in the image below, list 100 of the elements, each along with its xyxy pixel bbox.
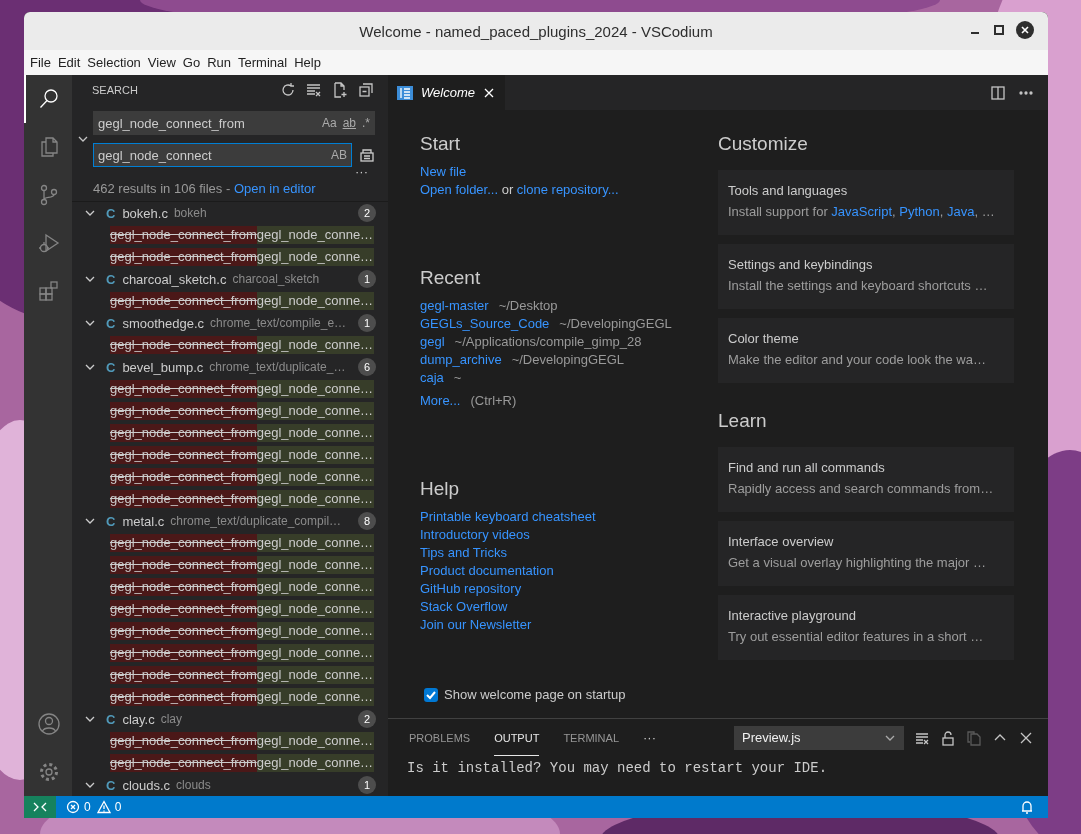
replacement-text[interactable]: gegl_node_conne… [256, 534, 374, 552]
walkthrough-card[interactable]: Interface overview Get a visual overlay highlighting the major … [718, 521, 1014, 586]
close-icon[interactable] [1016, 21, 1034, 39]
help-link[interactable]: Join our Newsletter [420, 616, 532, 632]
help-link[interactable]: Tips and Tricks [420, 544, 507, 560]
recent-folder-link[interactable]: gegl [420, 333, 445, 349]
warning-icon[interactable] [96, 800, 111, 814]
file-name[interactable]: clay.c [122, 711, 155, 727]
replace-all-icon[interactable] [359, 147, 375, 164]
menu-item[interactable]: Help [294, 55, 328, 70]
removed-text[interactable]: gegl_node_connect_from [110, 402, 257, 420]
replacement-text[interactable]: gegl_node_conne… [256, 446, 374, 464]
checkbox[interactable] [424, 687, 438, 702]
removed-text[interactable]: gegl_node_connect_from [110, 292, 257, 310]
removed-text[interactable]: gegl_node_connect_from [110, 490, 257, 508]
replacement-text[interactable]: gegl_node_conne… [256, 600, 374, 618]
help-link[interactable]: Introductory videos [420, 526, 530, 542]
refresh-icon[interactable] [280, 81, 296, 98]
replacement-text[interactable]: gegl_node_conne… [256, 666, 374, 684]
unlock-icon[interactable] [940, 729, 956, 746]
menu-item[interactable]: Selection [87, 55, 148, 70]
replacement-text[interactable]: gegl_node_conne… [256, 622, 374, 640]
removed-text[interactable]: gegl_node_connect_from [110, 644, 257, 662]
new-file-icon[interactable] [332, 81, 348, 98]
replacement-text[interactable]: gegl_node_conne… [256, 578, 374, 596]
removed-text[interactable]: gegl_node_connect_from [110, 336, 257, 354]
output-channel-dropdown[interactable]: Preview.js [734, 725, 904, 750]
replacement-text[interactable]: gegl_node_conne… [256, 688, 374, 706]
recent-folder-link[interactable]: caja [420, 369, 444, 385]
link[interactable]: New file [420, 163, 467, 179]
remote-button[interactable] [24, 796, 56, 818]
preserve-case-toggle[interactable]: AB [331, 148, 347, 163]
replacement-text[interactable]: gegl_node_conne… [256, 490, 374, 508]
help-link[interactable]: Printable keyboard cheatsheet [420, 508, 596, 524]
maximize-icon[interactable] [992, 23, 1006, 37]
walkthrough-card[interactable]: Color theme Make the editor and your code look the wa… [718, 318, 1014, 383]
clear-results-icon[interactable] [306, 81, 322, 98]
file-name[interactable]: bokeh.c [122, 205, 168, 221]
replacement-text[interactable]: gegl_node_conne… [256, 336, 374, 354]
walkthrough-card[interactable]: Find and run all commands Rapidly access and search commands from… [718, 447, 1014, 512]
removed-text[interactable]: gegl_node_connect_from [110, 534, 257, 552]
removed-text[interactable]: gegl_node_connect_from [110, 446, 257, 464]
bell-icon[interactable] [1020, 800, 1034, 814]
recent-folder-link[interactable]: dump_archive [420, 351, 502, 367]
walkthrough-card[interactable]: Tools and languages Install support for JavaScript, Python, Java, … [718, 170, 1014, 235]
error-count[interactable]: 0 [84, 800, 91, 814]
recent-folder-link[interactable]: gegl-master [420, 297, 489, 313]
replacement-text[interactable]: gegl_node_conne… [256, 226, 374, 244]
removed-text[interactable]: gegl_node_connect_from [110, 248, 257, 266]
removed-text[interactable]: gegl_node_connect_from [110, 666, 257, 684]
link[interactable]: clone repository... [516, 181, 619, 197]
removed-text[interactable]: gegl_node_connect_from [110, 688, 257, 706]
file-name[interactable]: bevel_bump.c [122, 359, 204, 375]
search-option-toggle[interactable]: .* [362, 116, 370, 131]
error-icon[interactable] [66, 800, 80, 814]
more-link[interactable]: More... [420, 392, 461, 408]
help-link[interactable]: Product documentation [420, 562, 554, 578]
menu-item[interactable]: Terminal [238, 55, 295, 70]
open-in-editor-link[interactable]: Open in editor [233, 181, 316, 197]
removed-text[interactable]: gegl_node_connect_from [110, 468, 257, 486]
panel-tab[interactable]: OUTPUT [494, 719, 540, 756]
removed-text[interactable]: gegl_node_connect_from [110, 732, 257, 750]
file-name[interactable]: clouds.c [122, 777, 171, 793]
help-link[interactable]: Stack Overflow [420, 598, 508, 614]
search-field[interactable]: gegl_node_connect_from Aa ab .* [93, 111, 375, 136]
replacement-text[interactable]: gegl_node_conne… [256, 402, 374, 420]
menu-item[interactable]: File [30, 55, 58, 70]
removed-text[interactable]: gegl_node_connect_from [110, 226, 257, 244]
replacement-text[interactable]: gegl_node_conne… [256, 248, 374, 266]
replacement-text[interactable]: gegl_node_conne… [256, 424, 374, 442]
removed-text[interactable]: gegl_node_connect_from [110, 578, 257, 596]
removed-text[interactable]: gegl_node_connect_from [110, 380, 257, 398]
close-icon[interactable] [482, 86, 495, 99]
panel-tab[interactable]: PROBLEMS [409, 719, 471, 756]
menu-item[interactable]: View [147, 55, 183, 70]
split-editor-icon[interactable] [990, 84, 1006, 101]
file-name[interactable]: metal.c [122, 513, 165, 529]
walkthrough-card[interactable]: Settings and keybindings Install the settings and keyboard shortcuts … [718, 244, 1014, 309]
removed-text[interactable]: gegl_node_connect_from [110, 622, 257, 640]
removed-text[interactable]: gegl_node_connect_from [110, 754, 257, 772]
replacement-text[interactable]: gegl_node_conne… [256, 644, 374, 662]
more-tabs[interactable]: ··· [643, 730, 656, 745]
file-name[interactable]: charcoal_sketch.c [122, 271, 227, 287]
search-option-toggle[interactable]: Aa [321, 116, 337, 131]
collapse-all-icon[interactable] [358, 81, 374, 98]
replacement-text[interactable]: gegl_node_conne… [256, 380, 374, 398]
removed-text[interactable]: gegl_node_connect_from [110, 600, 257, 618]
replace-field[interactable]: gegl_node_connect AB [93, 143, 352, 168]
replacement-text[interactable]: gegl_node_conne… [256, 754, 374, 772]
warning-count[interactable]: 0 [114, 800, 122, 814]
editor-tab[interactable]: Welcome [388, 75, 505, 110]
more-options[interactable]: ··· [355, 167, 368, 181]
menu-item[interactable]: Edit [57, 55, 88, 70]
link[interactable]: Python [899, 203, 940, 221]
replacement-text[interactable]: gegl_node_conne… [256, 556, 374, 574]
removed-text[interactable]: gegl_node_connect_from [110, 556, 257, 574]
recent-folder-link[interactable]: GEGLs_Source_Code [420, 315, 550, 331]
search-option-toggle[interactable]: ab [342, 116, 356, 131]
replacement-text[interactable]: gegl_node_conne… [256, 292, 374, 310]
panel-tab[interactable]: TERMINAL [563, 719, 619, 756]
